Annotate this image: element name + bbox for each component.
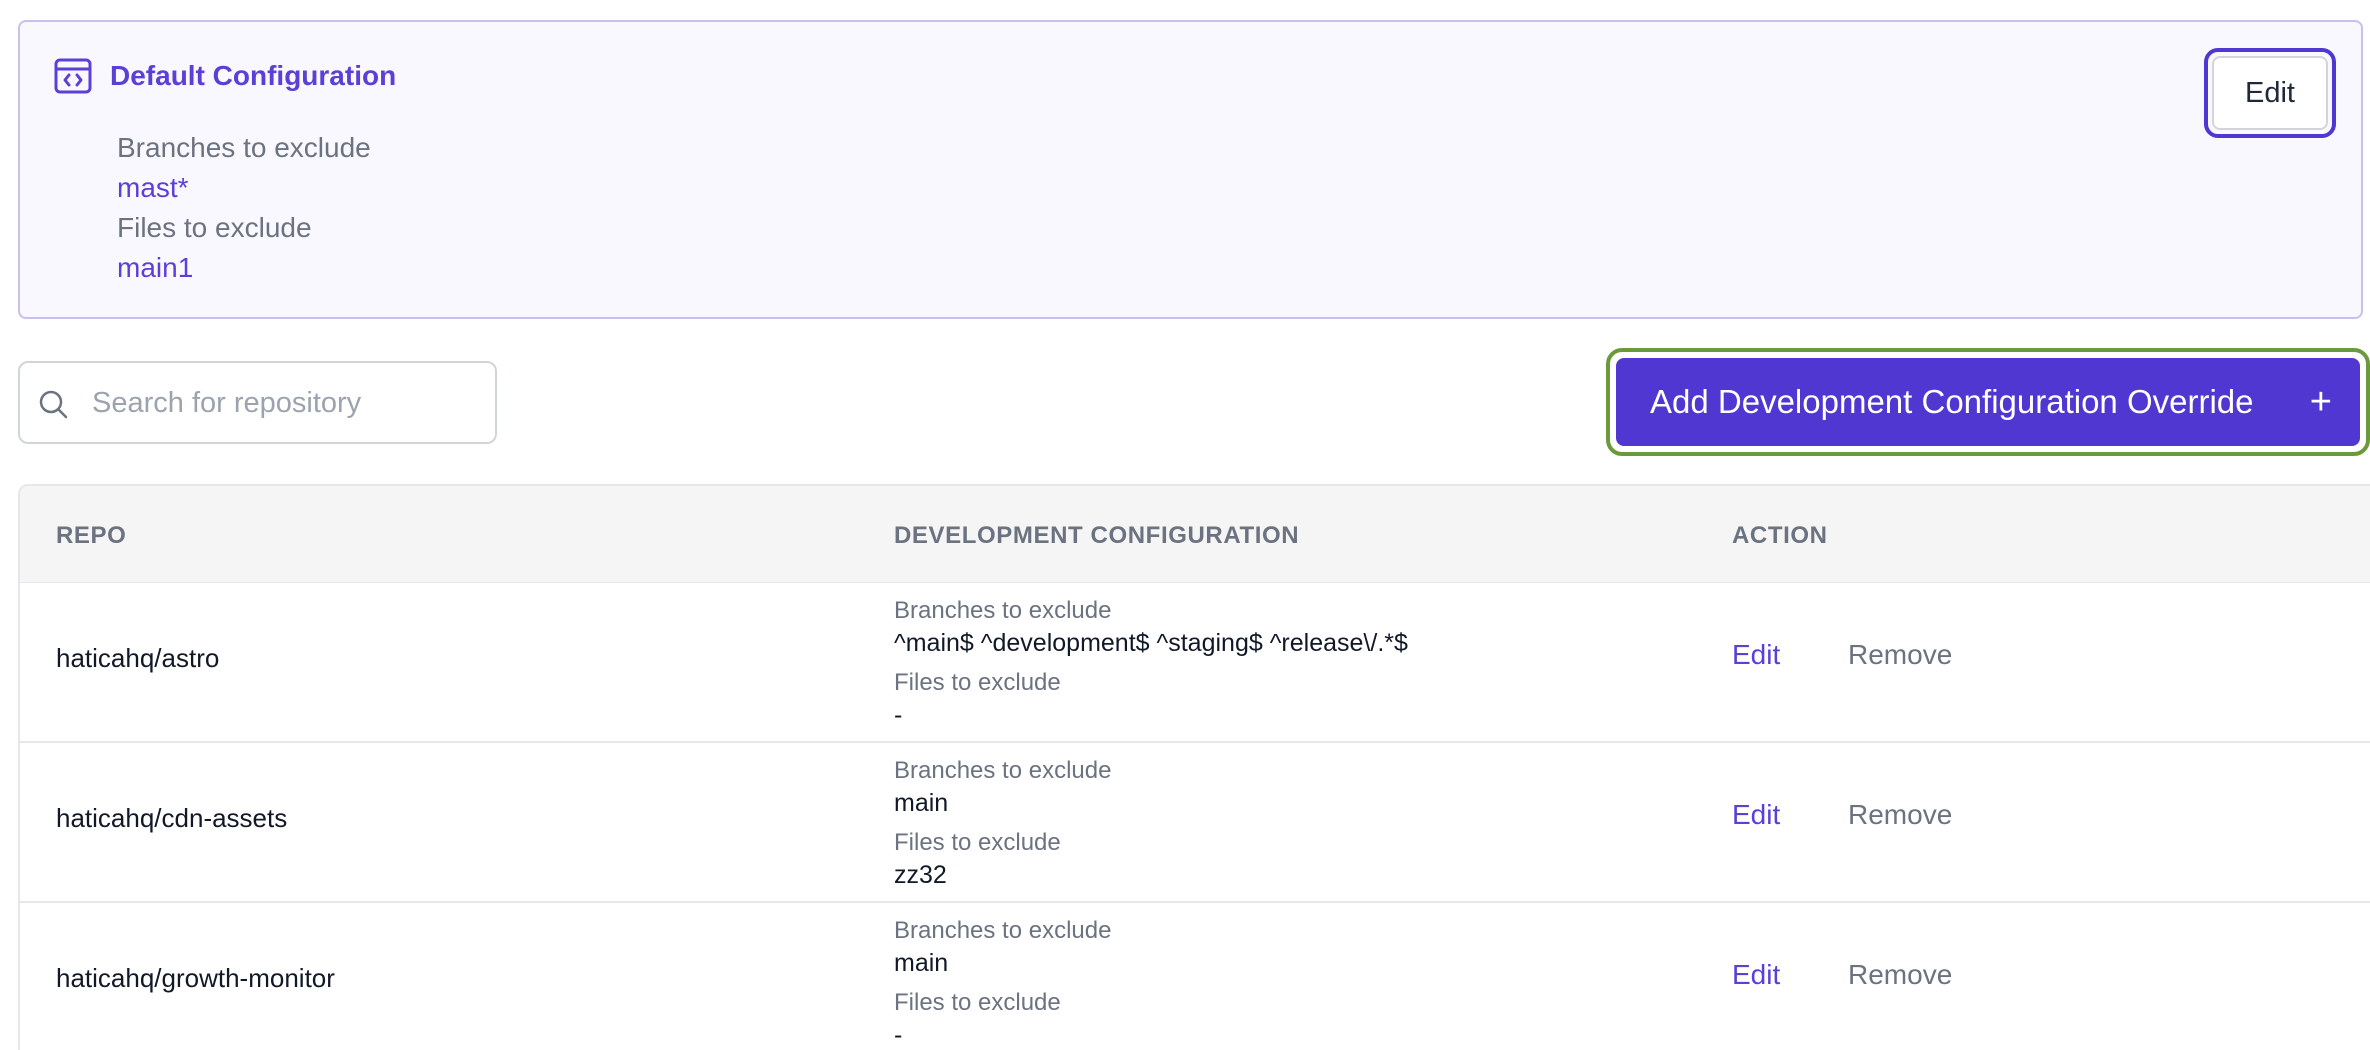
search-input[interactable] xyxy=(92,375,482,431)
column-header-repo: REPO xyxy=(56,522,127,549)
remove-row-button[interactable]: Remove xyxy=(1848,639,1952,671)
branches-to-exclude-value: mast* xyxy=(117,172,189,203)
column-header-development-configuration: DEVELOPMENT CONFIGURATION xyxy=(894,522,1300,549)
default-configuration-title: Default Configuration xyxy=(110,60,397,91)
files-to-exclude-value: zz32 xyxy=(894,861,947,889)
edit-default-configuration-button[interactable]: Edit xyxy=(2212,56,2328,130)
table-row: haticahq/astro Branches to exclude ^main… xyxy=(20,583,2370,743)
branches-to-exclude-label: Branches to exclude xyxy=(894,597,1112,624)
default-configuration-details: Branches to exclude mast* Files to exclu… xyxy=(117,128,371,288)
table-row: haticahq/growth-monitor Branches to excl… xyxy=(20,903,2370,1050)
repository-overrides-table: REPO DEVELOPMENT CONFIGURATION ACTION ha… xyxy=(18,484,2370,1050)
repo-name: haticahq/astro xyxy=(56,643,220,673)
add-override-focus-ring: Add Development Configuration Override + xyxy=(1606,348,2370,456)
row-configuration: Branches to exclude ^main$ ^development$… xyxy=(894,595,1408,739)
files-to-exclude-value: - xyxy=(894,1021,903,1049)
row-configuration: Branches to exclude main Files to exclud… xyxy=(894,755,1111,899)
search-icon xyxy=(39,390,68,419)
files-to-exclude-label: Files to exclude xyxy=(894,829,1061,856)
row-configuration: Branches to exclude main Files to exclud… xyxy=(894,915,1111,1050)
files-to-exclude-value: main1 xyxy=(117,252,194,283)
edit-row-button[interactable]: Edit xyxy=(1732,959,1780,991)
table-row: haticahq/cdn-assets Branches to exclude … xyxy=(20,743,2370,903)
branches-to-exclude-label: Branches to exclude xyxy=(894,917,1112,944)
edit-row-button[interactable]: Edit xyxy=(1732,799,1780,831)
table-header: REPO DEVELOPMENT CONFIGURATION ACTION xyxy=(20,486,2370,583)
files-to-exclude-value: - xyxy=(894,701,903,729)
files-to-exclude-label: Files to exclude xyxy=(894,669,1061,696)
remove-row-button[interactable]: Remove xyxy=(1848,959,1952,991)
add-development-configuration-override-button[interactable]: Add Development Configuration Override + xyxy=(1616,358,2360,446)
branches-to-exclude-label: Branches to exclude xyxy=(894,757,1112,784)
branches-to-exclude-value: ^main$ ^development$ ^staging$ ^release\… xyxy=(894,629,1408,657)
repo-name: haticahq/cdn-assets xyxy=(56,803,288,833)
default-configuration-card: Default Configuration Branches to exclud… xyxy=(18,20,2363,319)
branches-to-exclude-label: Branches to exclude xyxy=(117,132,371,163)
repo-name: haticahq/growth-monitor xyxy=(56,963,335,993)
plus-icon: + xyxy=(2309,381,2332,423)
add-override-label: Add Development Configuration Override xyxy=(1650,383,2254,420)
edit-button-focus-ring: Edit xyxy=(2204,48,2336,138)
edit-row-button[interactable]: Edit xyxy=(1732,639,1780,671)
column-header-action: ACTION xyxy=(1732,522,1828,549)
files-to-exclude-label: Files to exclude xyxy=(894,989,1061,1016)
code-window-icon xyxy=(54,58,92,94)
branches-to-exclude-value: main xyxy=(894,789,949,817)
files-to-exclude-label: Files to exclude xyxy=(117,212,312,243)
remove-row-button[interactable]: Remove xyxy=(1848,799,1952,831)
repository-search[interactable] xyxy=(18,361,497,444)
branches-to-exclude-value: main xyxy=(894,949,949,977)
